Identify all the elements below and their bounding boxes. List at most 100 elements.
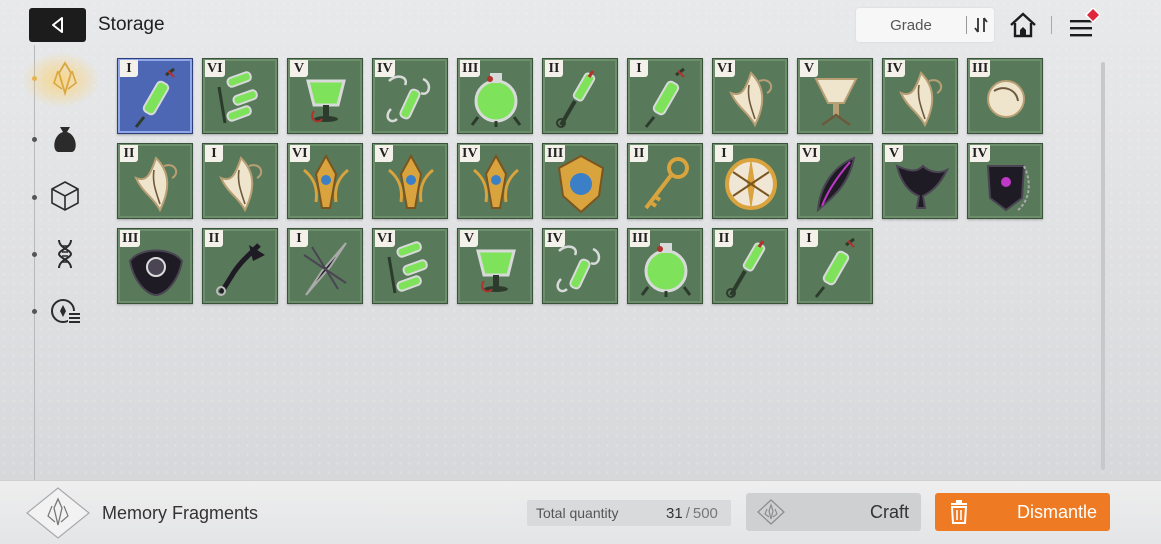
grade-badge: I [715, 145, 733, 162]
grade-badge: I [630, 60, 648, 77]
grade-badge: III [460, 60, 481, 77]
item-slot[interactable]: V [457, 228, 533, 304]
item-slot[interactable]: II [712, 228, 788, 304]
item-slot[interactable]: II [202, 228, 278, 304]
grade-badge: II [545, 60, 563, 77]
grade-badge: I [800, 230, 818, 247]
item-slot[interactable]: III [542, 143, 618, 219]
memory-fragment-icon [53, 61, 77, 97]
nav-item-cube[interactable] [44, 175, 86, 217]
item-slot[interactable]: V [882, 143, 958, 219]
grade-badge: VI [800, 145, 820, 162]
item-slot[interactable]: VI [287, 143, 363, 219]
grade-badge: III [630, 230, 651, 247]
page-title: Storage [98, 14, 165, 35]
notification-badge-icon [1084, 6, 1102, 24]
item-slot[interactable]: I [287, 228, 363, 304]
trash-icon [950, 500, 968, 524]
back-arrow-icon [51, 17, 63, 33]
grade-badge: V [290, 60, 308, 77]
grade-badge: III [970, 60, 991, 77]
item-slot[interactable]: IV [542, 228, 618, 304]
sort-label: Grade [890, 16, 932, 34]
grade-badge: II [630, 145, 648, 162]
item-slot[interactable]: VI [712, 58, 788, 134]
grade-badge: I [205, 145, 223, 162]
home-icon [1010, 12, 1036, 38]
grade-badge: IV [375, 60, 395, 77]
dismantle-label: Dismantle [1016, 501, 1097, 522]
nav-item-dna[interactable] [44, 233, 86, 275]
grade-badge: V [460, 230, 478, 247]
module-list-icon [51, 299, 80, 323]
back-button[interactable] [29, 8, 86, 42]
item-slot[interactable]: IV [882, 58, 958, 134]
grade-badge: VI [375, 230, 395, 247]
total-quantity-max: 500 [692, 504, 718, 522]
header-separator [1051, 16, 1052, 34]
item-slot[interactable]: I [797, 228, 873, 304]
sort-order-icon[interactable] [967, 16, 994, 34]
nav-dot [32, 309, 37, 314]
total-quantity-current: 31 [666, 504, 683, 522]
item-slot[interactable]: III [117, 228, 193, 304]
grade-badge: V [800, 60, 818, 77]
item-slot[interactable]: II [542, 58, 618, 134]
item-slot[interactable]: V [797, 58, 873, 134]
grade-badge: V [375, 145, 393, 162]
item-slot[interactable]: I [627, 58, 703, 134]
dismantle-button[interactable]: Dismantle [935, 493, 1110, 531]
item-slot[interactable]: VI [372, 228, 448, 304]
item-slot[interactable]: III [967, 58, 1043, 134]
item-slot[interactable]: II [627, 143, 703, 219]
total-quantity-separator: / [685, 504, 690, 522]
nav-dot [32, 137, 37, 142]
memory-fragment-icon [26, 487, 90, 539]
sort-dropdown[interactable]: Grade [856, 8, 994, 42]
grade-badge: IV [545, 230, 565, 247]
item-slot[interactable]: III [457, 58, 533, 134]
category-emblem [25, 487, 91, 539]
nav-item-memory-fragments[interactable] [44, 57, 86, 99]
item-slot[interactable]: II [117, 143, 193, 219]
item-slot[interactable]: IV [372, 58, 448, 134]
grade-badge: IV [970, 145, 990, 162]
item-slot[interactable]: I [202, 143, 278, 219]
item-slot[interactable]: VI [797, 143, 873, 219]
grade-badge: II [205, 230, 223, 247]
nav-dot [32, 195, 37, 200]
grade-badge: IV [460, 145, 480, 162]
grade-badge: VI [290, 145, 310, 162]
item-slot[interactable]: III [627, 228, 703, 304]
grade-badge: VI [205, 60, 225, 77]
grade-badge: II [120, 145, 138, 162]
craft-icon [757, 499, 785, 525]
nav-dot [32, 252, 37, 257]
total-quantity-label: Total quantity [536, 505, 619, 521]
pouch-icon [54, 127, 76, 152]
item-slot[interactable]: IV [967, 143, 1043, 219]
craft-button[interactable]: Craft [746, 493, 921, 531]
cube-icon [51, 181, 79, 211]
item-slot[interactable]: V [287, 58, 363, 134]
item-slot[interactable]: I [712, 143, 788, 219]
grade-badge: I [120, 60, 138, 77]
category-label: Memory Fragments [102, 503, 259, 523]
total-quantity: Total quantity 31 / 500 [527, 500, 731, 526]
grade-badge: III [120, 230, 141, 247]
nav-rail [34, 45, 35, 480]
home-button[interactable] [1008, 10, 1038, 40]
item-slot[interactable]: I [117, 58, 193, 134]
grid-scrollbar[interactable] [1101, 62, 1105, 470]
craft-label: Craft [869, 501, 909, 522]
grade-badge: VI [715, 60, 735, 77]
nav-dot [32, 76, 37, 81]
grade-badge: III [545, 145, 566, 162]
item-slot[interactable]: IV [457, 143, 533, 219]
nav-item-modules[interactable] [44, 290, 86, 332]
menu-button[interactable] [1066, 6, 1102, 42]
item-slot[interactable]: V [372, 143, 448, 219]
item-slot[interactable]: VI [202, 58, 278, 134]
grade-badge: I [290, 230, 308, 247]
nav-item-pouch[interactable] [44, 117, 86, 159]
